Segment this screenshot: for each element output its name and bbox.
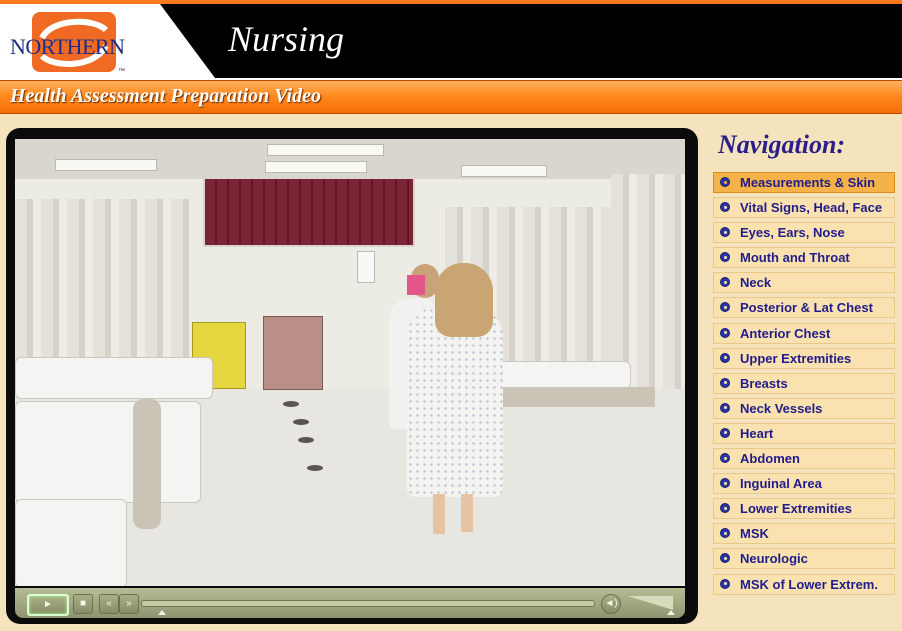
- patient-leg: [433, 494, 445, 534]
- hospital-bed: [15, 401, 201, 503]
- nav-item[interactable]: Neck Vessels: [713, 397, 895, 419]
- nav-bullet-icon: [720, 503, 730, 514]
- nav-bullet-icon: [720, 528, 730, 539]
- ceiling-light: [461, 165, 547, 177]
- floor-marker: [307, 465, 323, 471]
- supply-cart-red: [263, 316, 323, 390]
- site-title: Nursing: [228, 19, 345, 59]
- hospital-bed: [499, 361, 631, 389]
- subtitle-banner: Health Assessment Preparation Video: [0, 80, 902, 114]
- nav-item[interactable]: MSK: [713, 523, 895, 545]
- navigation-heading: Navigation:: [718, 130, 846, 159]
- stop-icon: ■: [79, 598, 87, 609]
- hospital-bed: [15, 357, 213, 399]
- bed-frame: [495, 387, 655, 407]
- seek-handle[interactable]: [158, 610, 166, 615]
- ceiling-light: [267, 144, 384, 156]
- nav-item[interactable]: Neck: [713, 272, 895, 294]
- nav-bullet-icon: [720, 227, 730, 238]
- floor-marker: [298, 437, 314, 443]
- ceiling-light: [55, 159, 157, 171]
- logo-trademark: ™: [118, 68, 125, 75]
- nav-item[interactable]: Mouth and Throat: [713, 247, 895, 269]
- nav-item-label: Neurologic: [740, 551, 808, 567]
- nav-bullet-icon: [720, 553, 730, 564]
- bed-frame: [133, 399, 161, 529]
- nav-item[interactable]: MSK of Lower Extrem.: [713, 573, 895, 595]
- video-frame[interactable]: [15, 139, 685, 586]
- nav-item[interactable]: Upper Extremities: [713, 347, 895, 369]
- volume-icon: ◄): [604, 598, 618, 609]
- nav-item-label: Eyes, Ears, Nose: [740, 225, 845, 241]
- seek-bar[interactable]: [141, 600, 595, 607]
- nav-item-label: Abdomen: [740, 451, 800, 467]
- volume-slider[interactable]: [627, 596, 673, 610]
- nav-bullet-icon: [720, 327, 730, 338]
- nav-bullet-icon: [720, 252, 730, 263]
- nav-item-label: Breasts: [740, 375, 788, 391]
- nav-item-label: Measurements & Skin: [740, 175, 876, 190]
- patient-leg: [461, 494, 473, 532]
- nav-bullet-icon: [720, 302, 730, 313]
- ceiling-light: [265, 161, 367, 173]
- nav-item-label: Inguinal Area: [740, 476, 822, 492]
- banner-title: Health Assessment Preparation Video: [10, 85, 321, 107]
- nav-bullet-icon: [720, 352, 730, 363]
- fast-forward-button[interactable]: »: [119, 594, 139, 614]
- volume-handle[interactable]: [667, 610, 675, 615]
- nav-item[interactable]: Measurements & Skin: [713, 172, 895, 193]
- nav-bullet-icon: [720, 453, 730, 464]
- nav-bullet-icon: [720, 402, 730, 413]
- nav-item[interactable]: Vital Signs, Head, Face: [713, 197, 895, 219]
- nav-item-label: Neck: [740, 275, 772, 291]
- nav-bullet-icon: [720, 377, 730, 388]
- nav-bullet-icon: [720, 277, 730, 288]
- floor-marker: [283, 401, 299, 407]
- play-icon: ►: [43, 599, 53, 610]
- nav-item-label: Heart: [740, 425, 774, 441]
- nav-item-label: Vital Signs, Head, Face: [740, 200, 883, 216]
- nav-item[interactable]: Abdomen: [713, 448, 895, 470]
- navigation-list: Measurements & Skin Vital Signs, Head, Fa…: [713, 172, 895, 599]
- site-header: NORTHERN ™ Nursing: [0, 0, 902, 78]
- nav-item[interactable]: Inguinal Area: [713, 473, 895, 495]
- header-accent-line: [0, 0, 902, 4]
- window-blinds: [203, 177, 415, 247]
- nav-item[interactable]: Eyes, Ears, Nose: [713, 222, 895, 244]
- nav-bullet-icon: [720, 177, 730, 187]
- privacy-curtain: [15, 199, 190, 369]
- patient-hair: [435, 263, 493, 337]
- eye-chart: [357, 251, 375, 283]
- hospital-bed: [15, 499, 127, 586]
- nav-item[interactable]: Posterior & Lat Chest: [713, 297, 895, 319]
- nav-item[interactable]: Breasts: [713, 372, 895, 394]
- nav-item-label: MSK of Lower Extrem.: [740, 576, 878, 592]
- nav-item[interactable]: Anterior Chest: [713, 322, 895, 344]
- floor-marker: [293, 419, 309, 425]
- logo[interactable]: NORTHERN ™: [0, 4, 215, 78]
- nav-item-label: Upper Extremities: [740, 350, 852, 366]
- nav-item[interactable]: Heart: [713, 422, 895, 444]
- nav-item-label: Neck Vessels: [740, 400, 823, 416]
- nav-item-label: Lower Extremities: [740, 501, 852, 517]
- nav-item-label: Posterior & Lat Chest: [740, 300, 873, 316]
- nav-item[interactable]: Neurologic: [713, 548, 895, 570]
- logo-text: NORTHERN: [10, 34, 125, 59]
- fast-forward-icon: »: [126, 598, 132, 609]
- stop-button[interactable]: ■: [73, 594, 93, 614]
- occluder-card: [407, 275, 425, 295]
- nav-item-label: Mouth and Throat: [740, 250, 850, 266]
- nav-item-label: MSK: [740, 526, 769, 542]
- volume-button[interactable]: ◄): [601, 594, 621, 614]
- player-controls: ► ■ « » ◄): [15, 588, 685, 618]
- nav-item[interactable]: Lower Extremities: [713, 498, 895, 520]
- nav-bullet-icon: [720, 427, 730, 438]
- rewind-button[interactable]: «: [99, 594, 119, 614]
- nav-bullet-icon: [720, 578, 730, 589]
- play-button[interactable]: ►: [27, 594, 69, 616]
- nav-item-label: Anterior Chest: [740, 325, 831, 341]
- nav-bullet-icon: [720, 478, 730, 489]
- rewind-icon: «: [106, 598, 112, 609]
- nav-bullet-icon: [720, 202, 730, 213]
